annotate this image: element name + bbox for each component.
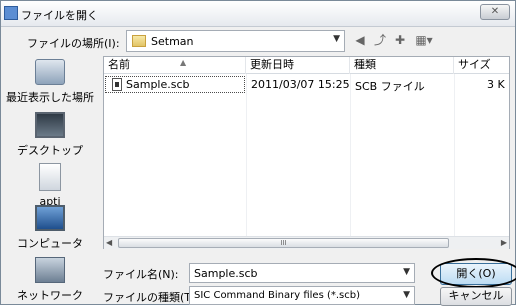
column-divider [246, 74, 247, 237]
place-user[interactable]: apti [1, 163, 99, 208]
column-size[interactable]: サイズ [454, 57, 509, 74]
user-folder-icon [39, 163, 61, 191]
file-type: SCB ファイル [355, 80, 425, 93]
file-list[interactable]: 名前 ▲ 更新日時 種類 サイズ Sample.scb 2011/03/07 1… [103, 56, 510, 249]
scroll-thumb[interactable]: III [118, 238, 449, 248]
place-recent[interactable]: 最近表示した場所 [1, 59, 99, 105]
window-title: ファイルを開く [21, 9, 98, 22]
place-label: コンピュータ [17, 237, 83, 250]
up-folder-icon[interactable]: ⤴ [372, 32, 388, 48]
column-name[interactable]: 名前 ▲ [104, 57, 246, 74]
location-dropdown[interactable]: Setman ▼ [126, 30, 345, 52]
new-folder-icon[interactable]: ✚ [392, 32, 408, 48]
network-icon [35, 257, 65, 283]
scroll-right-icon[interactable]: ▶ [501, 238, 507, 247]
computer-icon [35, 205, 65, 231]
scroll-left-icon[interactable]: ◀ [106, 238, 112, 247]
desktop-icon [35, 112, 65, 138]
chevron-down-icon: ▼ [403, 290, 410, 300]
filetype-label: ファイルの種類(T): [103, 291, 200, 304]
place-label: デスクトップ [17, 144, 83, 157]
column-date[interactable]: 更新日時 [246, 57, 350, 74]
sort-up-icon: ▲ [180, 58, 187, 67]
place-desktop[interactable]: デスクトップ [1, 112, 99, 158]
filename-combo[interactable]: Sample.scb ▼ [189, 263, 415, 283]
chevron-down-icon[interactable]: ▼ [403, 267, 410, 277]
place-computer[interactable]: コンピュータ [1, 205, 99, 251]
app-icon [4, 6, 18, 20]
cancel-button[interactable]: キャンセル [440, 287, 512, 306]
location-value: Setman [151, 35, 194, 48]
filename-label: ファイル名(N): [103, 268, 179, 281]
column-header: 名前 ▲ 更新日時 種類 サイズ [104, 57, 509, 74]
close-button[interactable]: ✕ [480, 4, 510, 20]
filename-value: Sample.scb [194, 267, 258, 280]
back-icon[interactable]: ◀ [352, 32, 368, 48]
location-label: ファイルの場所(I): [27, 37, 120, 50]
open-file-dialog: ファイルを開く ✕ ファイルの場所(I): Setman ▼ ◀ ⤴ ✚ ▦▾ … [0, 0, 516, 306]
chevron-down-icon: ▼ [333, 34, 340, 44]
title-bar: ファイルを開く ✕ [1, 1, 515, 27]
column-type[interactable]: 種類 [350, 57, 454, 74]
place-label: 最近表示した場所 [6, 91, 94, 104]
column-name-label: 名前 [108, 58, 130, 71]
file-date: 2011/03/07 15:25 [251, 78, 350, 91]
recent-places-icon [35, 59, 65, 85]
column-divider [350, 74, 351, 237]
filetype-value: SIC Command Binary files (*.scb) [194, 290, 361, 301]
place-label: ネットワーク [17, 289, 83, 302]
filetype-dropdown[interactable]: SIC Command Binary files (*.scb) ▼ [189, 286, 415, 305]
folder-icon [132, 35, 146, 47]
file-row[interactable]: Sample.scb 2011/03/07 15:25 SCB ファイル 3 K [105, 76, 509, 93]
horizontal-scrollbar[interactable]: ◀ III ▶ [104, 236, 509, 249]
column-divider [454, 74, 455, 237]
file-name: Sample.scb [126, 78, 190, 91]
places-bar: 最近表示した場所 デスクトップ apti コンピュータ ネットワーク [1, 57, 99, 306]
view-menu-icon[interactable]: ▦▾ [412, 32, 436, 48]
file-icon [112, 78, 122, 91]
file-size: 3 K [487, 78, 505, 91]
highlight-circle [431, 258, 516, 288]
place-network[interactable]: ネットワーク [1, 257, 99, 303]
